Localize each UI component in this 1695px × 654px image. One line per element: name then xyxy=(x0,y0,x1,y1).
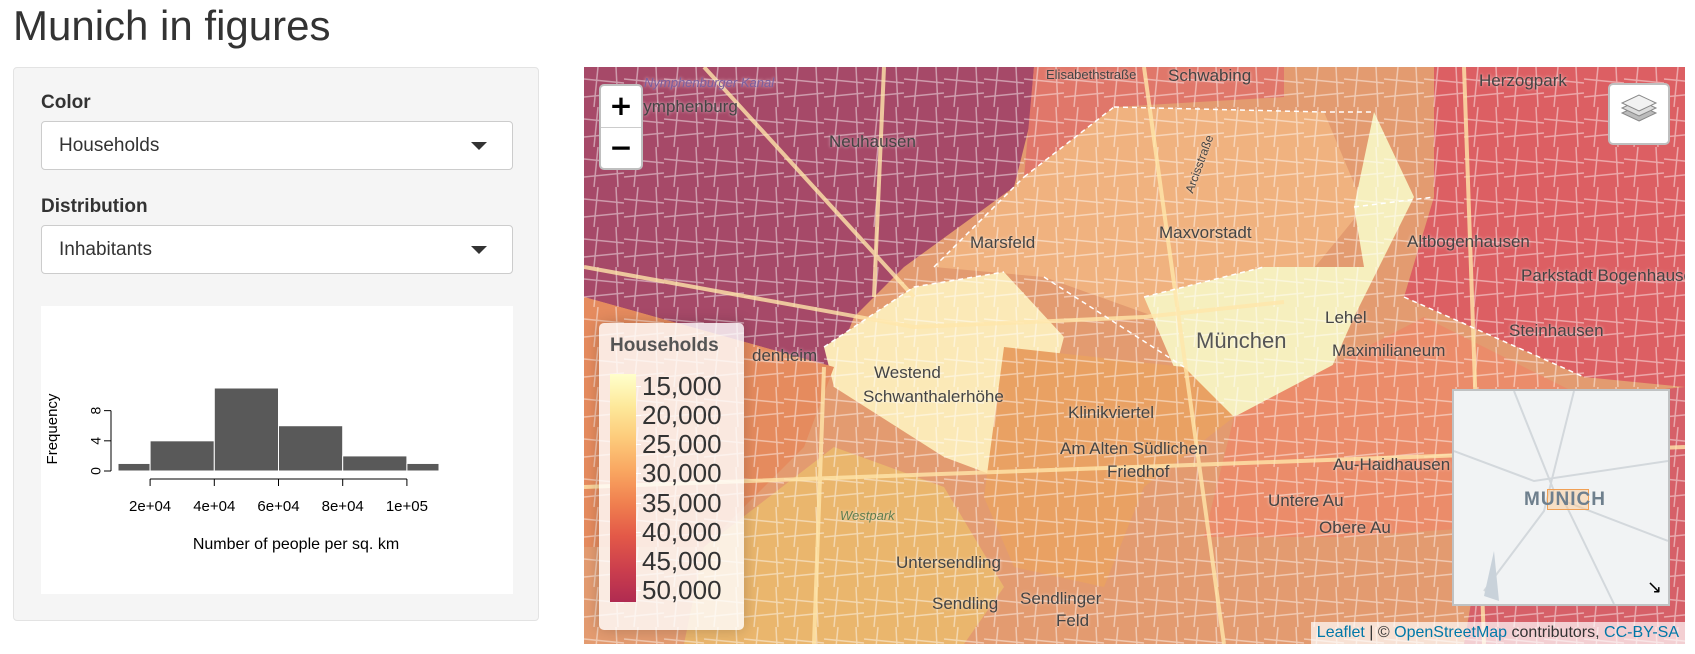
legend-title: Households xyxy=(610,335,719,356)
leaflet-link[interactable]: Leaflet xyxy=(1317,624,1365,641)
map-label: Herzogpark xyxy=(1479,71,1567,90)
color-label: Color xyxy=(41,92,91,113)
legend-label: 30,000 xyxy=(642,458,722,489)
x-tick-label: 8e+04 xyxy=(322,498,364,515)
map[interactable]: Nymphenburg Nymphenburger Kanal Neuhause… xyxy=(584,67,1685,644)
legend-tick xyxy=(636,444,641,446)
legend-label: 45,000 xyxy=(642,545,722,576)
map-label: Untersendling xyxy=(896,553,1001,572)
legend-color-bar xyxy=(610,374,636,602)
legend-label: 25,000 xyxy=(642,429,722,460)
legend-tick xyxy=(636,531,641,533)
x-axis-label: Number of people per sq. km xyxy=(193,536,399,553)
map-label: Parkstadt Bogenhausen xyxy=(1521,266,1685,285)
histogram-svg: 2e+04 4e+04 6e+04 8e+04 1e+05 0 4 8 Number of pe… xyxy=(44,387,440,553)
map-label: Westend xyxy=(874,363,941,382)
legend-label: 15,000 xyxy=(642,371,722,401)
legend-tick xyxy=(636,473,641,475)
histogram-bar xyxy=(117,462,151,472)
map-label: Sendling xyxy=(932,594,999,613)
map-label: Feld xyxy=(1056,611,1090,630)
legend-tick xyxy=(636,590,641,591)
legend-label: 50,000 xyxy=(642,575,722,605)
map-attribution: Leaflet | © OpenStreetMap contributors, … xyxy=(1310,622,1685,644)
map-label: Klinikviertel xyxy=(1068,403,1154,422)
zoom-control: + − xyxy=(599,84,643,170)
histogram-bar xyxy=(149,440,215,472)
x-tick-label: 4e+04 xyxy=(193,498,235,515)
legend-tick xyxy=(636,502,641,504)
x-tick-label: 6e+04 xyxy=(257,498,299,515)
map-label: Schwanthalerhöhe xyxy=(863,387,1004,406)
layers-icon xyxy=(1620,94,1658,122)
map-label: Lehel xyxy=(1325,308,1367,327)
map-label: München xyxy=(1196,328,1287,353)
map-label: denheim xyxy=(752,346,818,365)
page-title: Munich in figures xyxy=(13,2,331,49)
x-tick-label: 1e+05 xyxy=(386,498,428,515)
attribution-contributors: contributors, xyxy=(1507,624,1605,641)
legend-tick xyxy=(636,560,641,562)
distribution-label: Distribution xyxy=(41,196,148,217)
y-tick-label: 4 xyxy=(88,437,104,445)
zoom-in-button[interactable]: + xyxy=(601,86,641,128)
map-label: Elisabethstraße xyxy=(1046,67,1137,82)
layers-button[interactable] xyxy=(1608,83,1670,145)
color-select-value: Households xyxy=(59,135,160,156)
map-label: Au-Haidhausen xyxy=(1333,455,1451,474)
legend-label: 20,000 xyxy=(642,400,722,431)
y-tick-label: 0 xyxy=(88,467,104,475)
map-label: Sendlinger xyxy=(1020,589,1102,608)
y-axis-label: Frequency xyxy=(44,393,61,464)
distribution-select[interactable]: Inhabitants xyxy=(41,225,513,274)
map-label: Maxvorstadt xyxy=(1159,223,1252,242)
histogram-bar xyxy=(278,425,344,472)
chevron-down-icon xyxy=(471,142,487,150)
zoom-out-button[interactable]: − xyxy=(601,128,641,169)
map-label: Schwabing xyxy=(1168,67,1252,85)
x-tick-label: 2e+04 xyxy=(129,498,171,515)
map-label: Friedhof xyxy=(1107,462,1170,481)
map-label: Marsfeld xyxy=(970,233,1036,252)
histogram-bar xyxy=(406,462,440,472)
map-label: Am Alten Südlichen xyxy=(1060,439,1208,458)
legend-tick xyxy=(636,415,641,417)
license-link[interactable]: CC-BY-SA xyxy=(1604,624,1679,641)
map-label: Altbogenhausen xyxy=(1407,232,1530,251)
map-label: Maximilianeum xyxy=(1332,341,1446,360)
color-select[interactable]: Households xyxy=(41,121,513,170)
histogram-bar xyxy=(213,387,279,472)
histogram-bar xyxy=(342,455,408,472)
legend-label: 35,000 xyxy=(642,487,722,518)
map-label: Neuhausen xyxy=(829,132,916,151)
minimap-toggle-icon[interactable]: ↘ xyxy=(1647,577,1662,598)
map-label: Westpark xyxy=(840,508,895,523)
attribution-separator: | © xyxy=(1364,624,1395,641)
y-tick-label: 8 xyxy=(88,407,104,415)
sidebar-panel: Color Households Distribution Inhabitant… xyxy=(13,67,539,621)
histogram: 2e+04 4e+04 6e+04 8e+04 1e+05 0 4 8 Number of pe… xyxy=(41,306,513,594)
map-label: Nymphenburg xyxy=(631,97,738,116)
map-label: Obere Au xyxy=(1319,518,1391,537)
legend-tick xyxy=(636,386,641,387)
map-label: Untere Au xyxy=(1268,491,1344,510)
minimap-label: MUNICH xyxy=(1524,489,1606,510)
map-legend: Households 15,000 20,000 25,000 30,000 35,00… xyxy=(599,323,744,630)
minimap[interactable]: MUNICH ↘ xyxy=(1452,389,1670,606)
map-label: Nymphenburger Kanal xyxy=(644,75,775,90)
openstreetmap-link[interactable]: OpenStreetMap xyxy=(1394,624,1507,641)
chevron-down-icon xyxy=(471,246,487,254)
legend-label: 40,000 xyxy=(642,516,722,547)
map-label: Steinhausen xyxy=(1509,321,1604,340)
distribution-select-value: Inhabitants xyxy=(59,239,152,260)
